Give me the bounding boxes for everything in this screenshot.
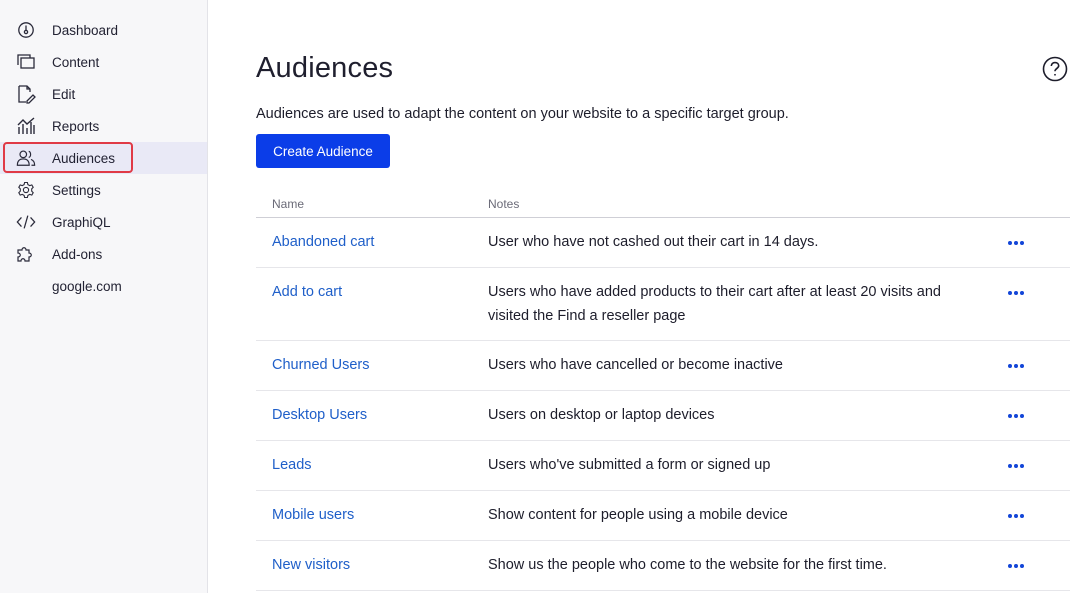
audience-name-link[interactable]: Desktop Users — [272, 407, 367, 423]
audience-name-link[interactable]: Abandoned cart — [272, 234, 374, 250]
more-options-icon[interactable] — [1006, 362, 1026, 370]
sidebar-item-add-ons[interactable]: Add-ons — [0, 238, 207, 270]
more-options-icon[interactable] — [1006, 289, 1026, 297]
sidebar-item-label: Edit — [52, 86, 76, 102]
table-row: New visitors Show us the people who come… — [256, 541, 1070, 591]
more-options-icon[interactable] — [1006, 462, 1026, 470]
more-options-icon[interactable] — [1006, 412, 1026, 420]
audience-notes: Show us the people who come to the websi… — [488, 557, 887, 573]
column-header-notes: Notes — [488, 197, 520, 211]
audience-name-link[interactable]: New visitors — [272, 557, 350, 573]
main-content: Audiences Audiences are used to adapt th… — [208, 0, 1088, 593]
sidebar-item-label: Content — [52, 54, 100, 70]
column-header-name[interactable]: Name — [272, 197, 304, 211]
help-icon[interactable] — [1042, 56, 1068, 82]
table-row: Leads Users who've submitted a form or s… — [256, 441, 1070, 491]
sidebar-item-label: Add-ons — [52, 246, 103, 262]
sidebar-item-graphiql[interactable]: GraphiQL — [0, 206, 207, 238]
create-audience-button[interactable]: Create Audience — [256, 134, 390, 168]
sidebar-item-label: GraphiQL — [52, 214, 111, 230]
sidebar-item-settings[interactable]: Settings — [0, 174, 207, 206]
table-row: Abandoned cart User who have not cashed … — [256, 218, 1070, 268]
sidebar-item-google[interactable]: google.com — [0, 270, 207, 302]
sidebar-item-label: google.com — [52, 278, 122, 294]
page-description: Audiences are used to adapt the content … — [256, 106, 789, 122]
edit-icon — [16, 84, 36, 104]
sidebar-item-edit[interactable]: Edit — [0, 78, 207, 110]
content-icon — [16, 52, 36, 72]
dashboard-icon — [16, 20, 36, 40]
table-header: Name Notes — [256, 190, 1070, 218]
table-row: Mobile users Show content for people usi… — [256, 491, 1070, 541]
sidebar-item-label: Settings — [52, 182, 101, 198]
more-options-icon[interactable] — [1006, 562, 1026, 570]
audiences-table: Name Notes Abandoned cart User who have … — [256, 190, 1070, 591]
sidebar: Dashboard Content Edit Reports Audiences… — [0, 0, 208, 593]
audience-notes: Users on desktop or laptop devices — [488, 407, 715, 423]
sidebar-item-reports[interactable]: Reports — [0, 110, 207, 142]
audience-name-link[interactable]: Churned Users — [272, 357, 370, 373]
code-icon — [16, 212, 36, 232]
audience-notes: Users who have added products to their c… — [488, 284, 941, 324]
sidebar-item-dashboard[interactable]: Dashboard — [0, 14, 207, 46]
audience-notes: Show content for people using a mobile d… — [488, 507, 788, 523]
audiences-icon — [16, 148, 36, 168]
audience-name-link[interactable]: Mobile users — [272, 507, 354, 523]
audience-name-link[interactable]: Leads — [272, 457, 312, 473]
audience-notes: Users who have cancelled or become inact… — [488, 357, 783, 373]
settings-icon — [16, 180, 36, 200]
reports-icon — [16, 116, 36, 136]
sidebar-item-label: Audiences — [52, 150, 116, 166]
sidebar-item-audiences[interactable]: Audiences — [0, 142, 207, 174]
more-options-icon[interactable] — [1006, 512, 1026, 520]
audience-notes: User who have not cashed out their cart … — [488, 234, 819, 250]
table-row: Add to cart Users who have added product… — [256, 268, 1070, 341]
audience-notes: Users who've submitted a form or signed … — [488, 457, 771, 473]
more-options-icon[interactable] — [1006, 239, 1026, 247]
audience-name-link[interactable]: Add to cart — [272, 284, 342, 300]
puzzle-icon — [16, 244, 36, 264]
table-row: Churned Users Users who have cancelled o… — [256, 341, 1070, 391]
table-row: Desktop Users Users on desktop or laptop… — [256, 391, 1070, 441]
page-title: Audiences — [256, 52, 394, 84]
sidebar-item-label: Dashboard — [52, 22, 119, 38]
sidebar-item-content[interactable]: Content — [0, 46, 207, 78]
sidebar-item-label: Reports — [52, 118, 100, 134]
